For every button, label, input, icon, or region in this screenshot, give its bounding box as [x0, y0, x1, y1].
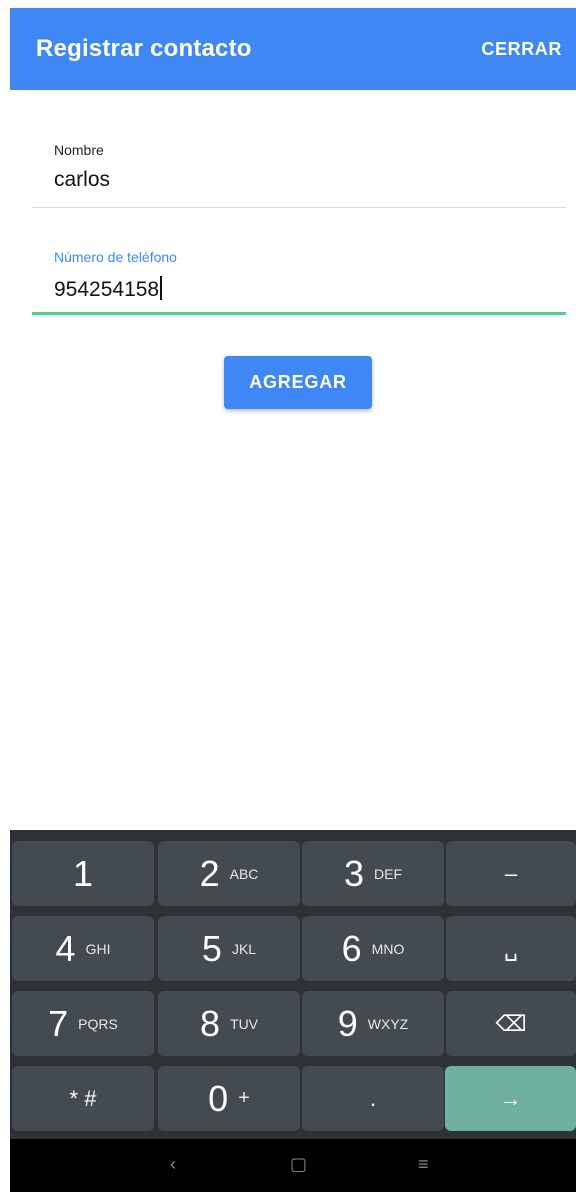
phone-input[interactable]: 954254158: [54, 276, 163, 302]
key-2[interactable]: 2 ABC: [158, 841, 300, 906]
menu-icon[interactable]: ≡: [418, 1154, 429, 1175]
app-bar: Registrar contacto CERRAR: [10, 8, 576, 90]
back-icon[interactable]: ‹: [170, 1154, 176, 1175]
backspace-icon: ⌫: [495, 1010, 527, 1036]
name-input[interactable]: carlos: [54, 168, 110, 192]
phone-field[interactable]: Número de teléfono 954254158: [32, 238, 566, 315]
system-nav-bar: ‹ ▢ ≡: [10, 1139, 576, 1192]
add-button[interactable]: AGREGAR: [224, 356, 372, 409]
key-dash[interactable]: –: [446, 841, 576, 906]
phone-label: Número de teléfono: [54, 249, 177, 265]
space-icon: ␣: [504, 935, 518, 961]
key-enter[interactable]: →: [445, 1066, 576, 1131]
key-5[interactable]: 5 JKL: [158, 916, 300, 981]
text-caret: [160, 276, 163, 300]
key-6[interactable]: 6 MNO: [302, 916, 444, 981]
key-4[interactable]: 4 GHI: [12, 916, 154, 981]
key-space[interactable]: ␣: [446, 916, 576, 981]
name-underline: [32, 207, 566, 208]
key-8[interactable]: 8 TUV: [158, 991, 300, 1056]
page-title: Registrar contacto: [36, 35, 252, 62]
name-label: Nombre: [54, 142, 104, 158]
key-period[interactable]: .: [302, 1066, 444, 1131]
key-1[interactable]: 1: [12, 841, 154, 906]
key-7[interactable]: 7 PQRS: [12, 991, 154, 1056]
dash-icon: –: [504, 860, 518, 886]
key-star-hash[interactable]: * #: [12, 1066, 154, 1131]
close-button[interactable]: CERRAR: [481, 39, 562, 60]
arrow-right-icon: →: [499, 1085, 522, 1111]
numeric-keyboard: 1 2 ABC 3 DEF – 4 GHI 5 JKL 6 MNO ␣ 7 PQRS 8 TU…: [10, 830, 576, 1139]
home-icon[interactable]: ▢: [290, 1154, 307, 1175]
key-9[interactable]: 9 WXYZ: [302, 991, 444, 1056]
phone-underline-focused: [32, 312, 566, 315]
phone-value: 954254158: [54, 278, 160, 301]
key-0[interactable]: 0 +: [158, 1066, 300, 1131]
name-field[interactable]: Nombre carlos: [32, 130, 566, 208]
key-3[interactable]: 3 DEF: [302, 841, 444, 906]
key-backspace[interactable]: ⌫: [446, 991, 576, 1056]
